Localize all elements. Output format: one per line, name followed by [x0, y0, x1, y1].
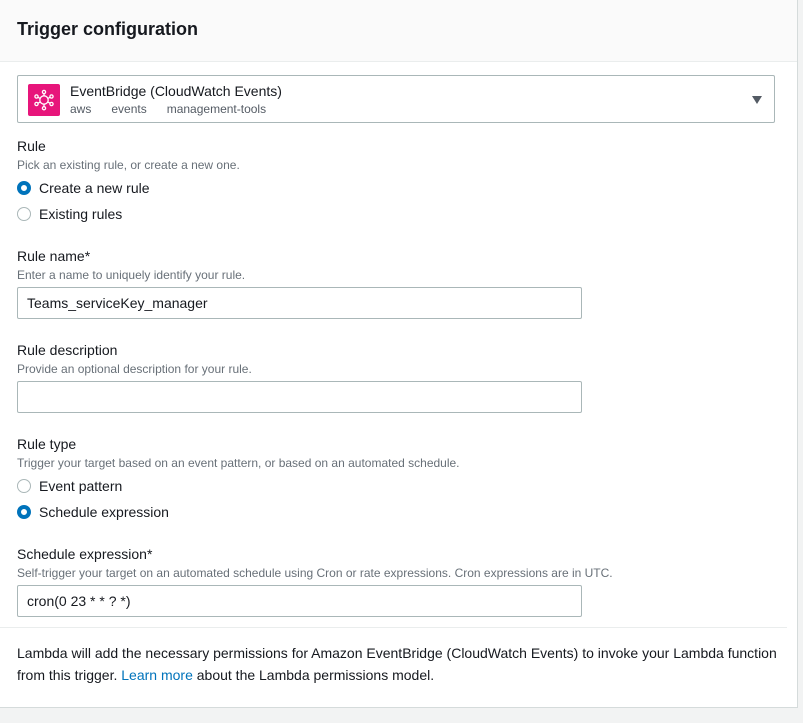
- permissions-info: Lambda will add the necessary permission…: [17, 642, 777, 686]
- source-tag: aws: [70, 102, 92, 116]
- trigger-configuration-panel: Trigger configuration EventBridge (Cloud…: [0, 0, 798, 708]
- radio-create-new-rule[interactable]: Create a new rule: [17, 180, 150, 196]
- rule-description-text: Pick an existing rule, or create a new o…: [17, 158, 240, 172]
- radio-label[interactable]: Event pattern: [39, 478, 122, 494]
- schedule-expression-input[interactable]: [17, 585, 582, 617]
- radio-button-checked[interactable]: [17, 505, 31, 519]
- eventbridge-icon: [28, 84, 60, 116]
- radio-button[interactable]: [17, 479, 31, 493]
- radio-button[interactable]: [17, 207, 31, 221]
- radio-label[interactable]: Create a new rule: [39, 180, 150, 196]
- schedule-expression-label: Schedule expression*: [17, 546, 153, 562]
- rule-type-label: Rule type: [17, 436, 77, 452]
- rule-description-input[interactable]: [17, 381, 582, 413]
- source-tags: aws events management-tools: [70, 102, 266, 116]
- rule-name-description: Enter a name to uniquely identify your r…: [17, 268, 246, 282]
- rule-name-label: Rule name*: [17, 248, 91, 264]
- source-tag: management-tools: [166, 102, 267, 116]
- source-tag: events: [111, 102, 147, 116]
- panel-title: Trigger configuration: [17, 19, 199, 39]
- trigger-source-select[interactable]: EventBridge (CloudWatch Events) aws even…: [17, 75, 775, 123]
- caret-down-icon[interactable]: [752, 96, 762, 104]
- rule-type-description: Trigger your target based on an event pa…: [17, 456, 460, 470]
- radio-schedule-expression[interactable]: Schedule expression: [17, 504, 169, 520]
- radio-button-checked[interactable]: [17, 181, 31, 195]
- source-name: EventBridge (CloudWatch Events): [70, 83, 282, 99]
- radio-existing-rules[interactable]: Existing rules: [17, 206, 122, 222]
- rule-description-help: Provide an optional description for your…: [17, 362, 252, 376]
- panel-header: Trigger configuration: [0, 0, 797, 62]
- schedule-expression-description: Self-trigger your target on an automated…: [17, 566, 613, 580]
- learn-more-link[interactable]: Learn more: [121, 667, 193, 683]
- rule-label: Rule: [17, 138, 46, 154]
- radio-label[interactable]: Existing rules: [39, 206, 122, 222]
- radio-event-pattern[interactable]: Event pattern: [17, 478, 122, 494]
- info-text-after: about the Lambda permissions model.: [196, 667, 435, 683]
- rule-description-label: Rule description: [17, 342, 118, 358]
- radio-label[interactable]: Schedule expression: [39, 504, 169, 520]
- divider: [0, 627, 787, 628]
- rule-name-input[interactable]: [17, 287, 582, 319]
